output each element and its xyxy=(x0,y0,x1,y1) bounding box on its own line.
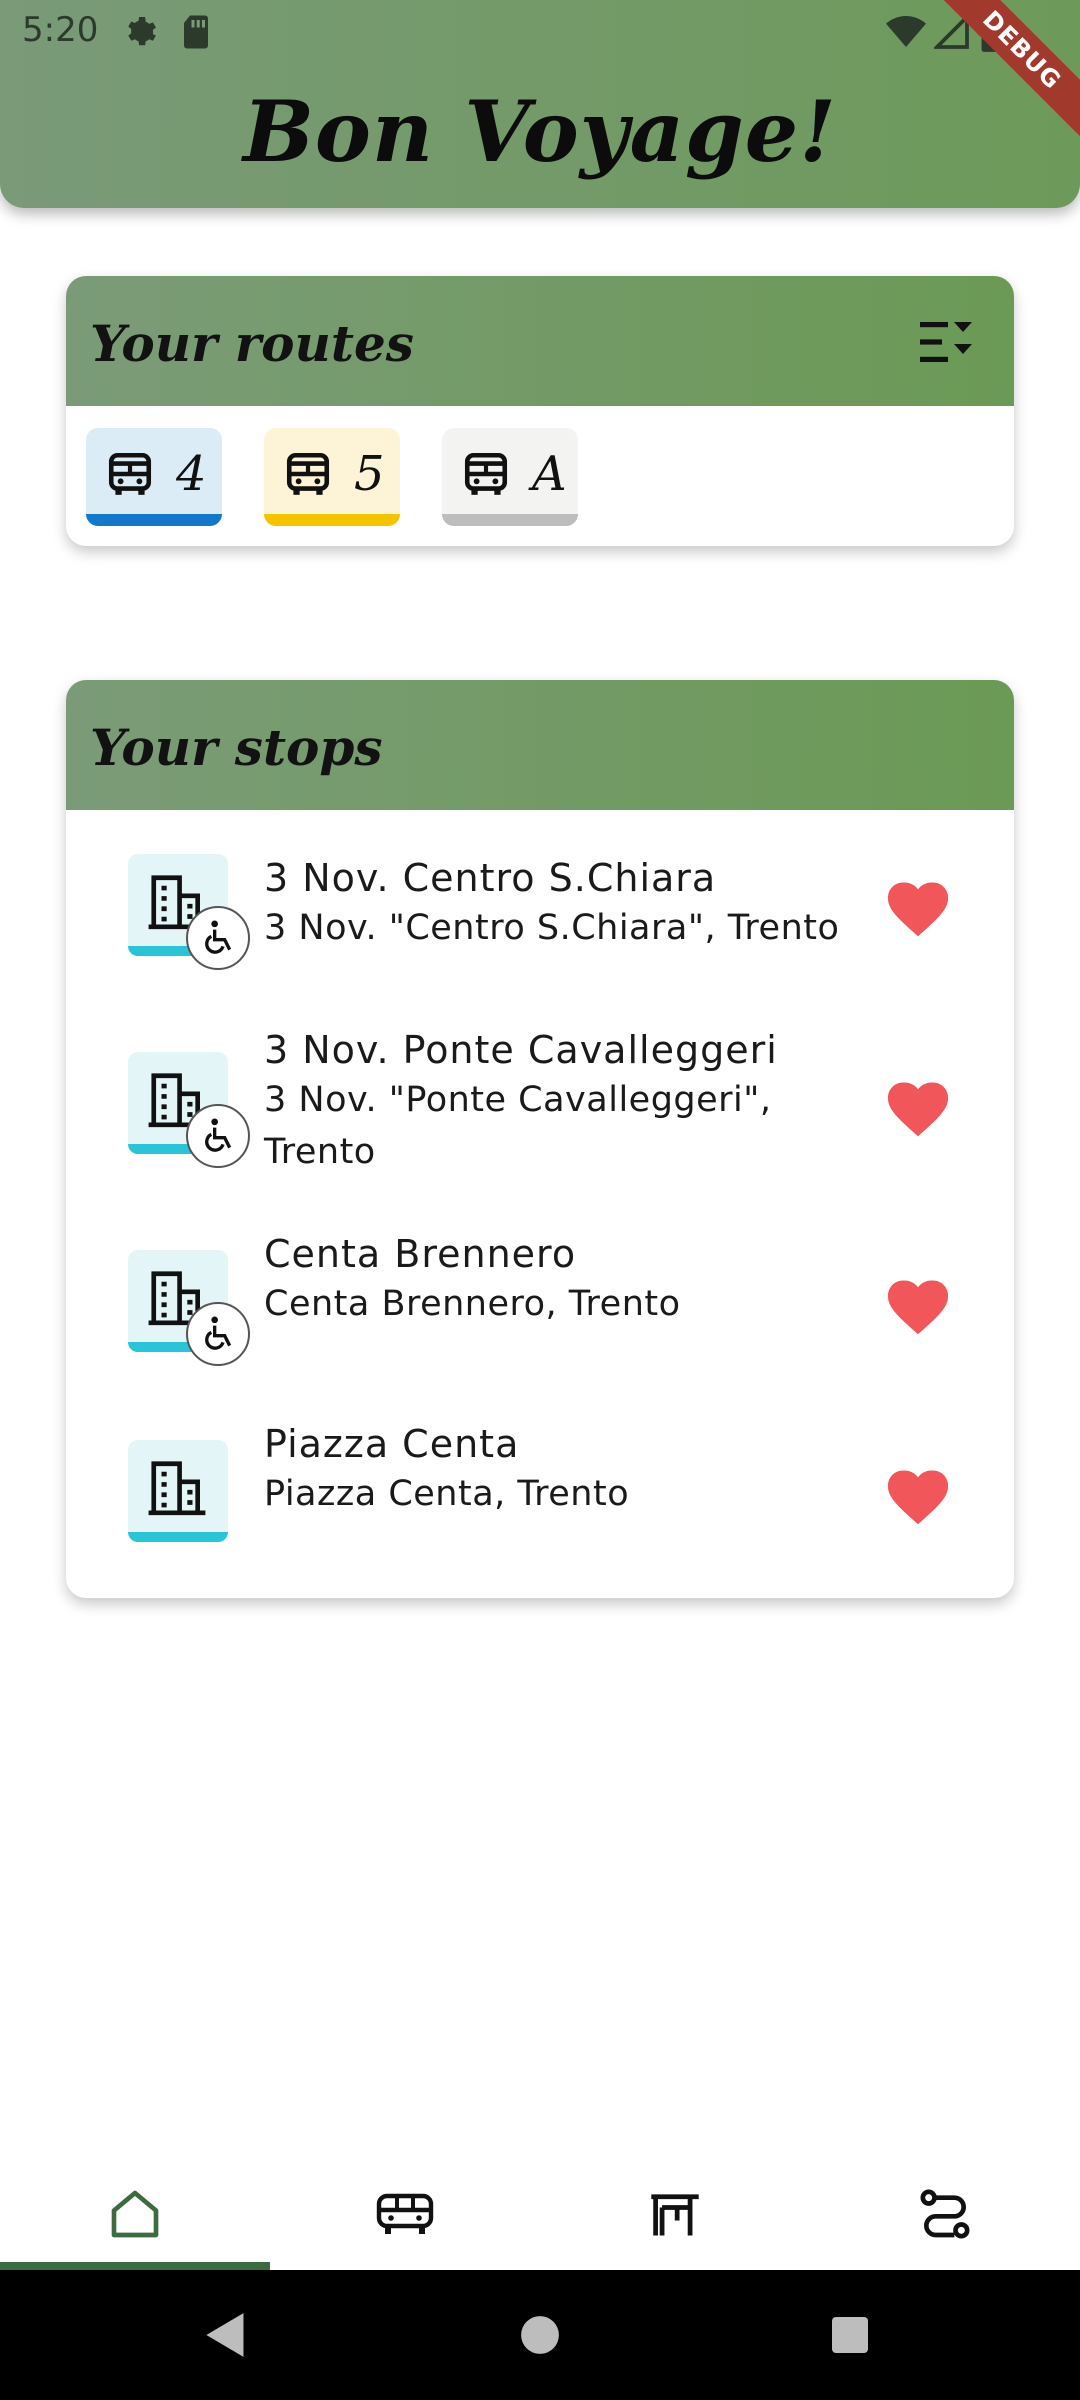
route-color-bar xyxy=(264,514,400,526)
system-home-button[interactable] xyxy=(480,2270,600,2400)
status-bar: 5:20 xyxy=(0,0,1080,64)
app-header: 5:20 Bon Voyage! DEBUG xyxy=(0,0,1080,208)
route-chip-5[interactable]: 5 xyxy=(264,428,400,526)
route-chip-a[interactable]: A xyxy=(442,428,578,526)
accessible-badge xyxy=(186,1302,250,1366)
stops-title: Your stops xyxy=(90,718,383,777)
gear-icon xyxy=(128,17,156,46)
stop-name: 3 Nov. Ponte Cavalleggeri xyxy=(264,1028,778,1072)
home-icon xyxy=(111,2190,159,2238)
stop-icon xyxy=(128,1440,228,1542)
back-icon xyxy=(206,2313,244,2357)
system-back-button[interactable] xyxy=(166,2270,286,2400)
recents-icon xyxy=(832,2317,868,2353)
routes-card: Your routes 4 5 A xyxy=(66,276,1014,546)
bus-icon xyxy=(286,452,330,495)
wifi-icon xyxy=(886,16,926,47)
stop-item[interactable]: 3 Nov. Centro S.Chiara 3 Nov. "Centro S.… xyxy=(66,810,1014,1008)
route-label: 5 xyxy=(354,446,385,502)
home-circle-icon xyxy=(521,2316,559,2354)
route-label: 4 xyxy=(176,446,207,502)
wheelchair-icon xyxy=(205,920,232,954)
stop-item[interactable]: 3 Nov. Ponte Cavalleggeri 3 Nov. "Ponte … xyxy=(66,1008,1014,1206)
stop-address: Centa Brennero, Trento xyxy=(264,1284,681,1324)
nav-home[interactable] xyxy=(0,2158,270,2270)
stops-card-header: Your stops xyxy=(66,680,1014,810)
stop-address: 3 Nov. "Centro S.Chiara", Trento xyxy=(264,908,840,948)
wheelchair-icon xyxy=(205,1316,232,1350)
route-label: A xyxy=(532,446,567,502)
heart-icon[interactable] xyxy=(888,1280,948,1336)
nav-stops[interactable] xyxy=(540,2158,810,2270)
stop-name: Piazza Centa xyxy=(264,1422,520,1466)
bus-icon xyxy=(464,452,508,495)
route-icon xyxy=(920,2189,970,2239)
bus-icon xyxy=(376,2193,434,2234)
system-recents-button[interactable] xyxy=(790,2270,910,2400)
stops-card: Your stops 3 Nov. Centro S.Chiara 3 Nov.… xyxy=(66,680,1014,1598)
routes-card-header: Your routes xyxy=(66,276,1014,406)
stop-name: 3 Nov. Centro S.Chiara xyxy=(264,856,717,900)
stop-icon-bar xyxy=(128,1532,228,1542)
nav-selected-indicator xyxy=(0,2262,270,2270)
routes-title: Your routes xyxy=(90,314,414,373)
stop-item[interactable]: Centa Brennero Centa Brennero, Trento xyxy=(66,1206,1014,1396)
building-icon xyxy=(148,1461,206,1516)
stop-address: 3 Nov. "Ponte Cavalleggeri", Trento xyxy=(264,1080,772,1172)
nav-routes[interactable] xyxy=(270,2158,540,2270)
filter-list-icon[interactable] xyxy=(918,316,974,368)
route-chip-4[interactable]: 4 xyxy=(86,428,222,526)
route-color-bar xyxy=(86,514,222,526)
bus-stop-icon xyxy=(651,2194,699,2236)
heart-icon[interactable] xyxy=(888,882,948,938)
nav-journeys[interactable] xyxy=(810,2158,1080,2270)
sd-card-icon xyxy=(184,15,208,49)
app-title: Bon Voyage! xyxy=(242,82,838,181)
bus-icon xyxy=(108,452,152,495)
status-time: 5:20 xyxy=(22,10,99,50)
heart-icon[interactable] xyxy=(888,1470,948,1526)
route-chips: 4 5 A xyxy=(86,428,578,526)
accessible-badge xyxy=(186,906,250,970)
accessible-badge xyxy=(186,1104,250,1168)
system-navigation-bar xyxy=(0,2270,1080,2400)
stop-address: Piazza Centa, Trento xyxy=(264,1474,630,1514)
stop-name: Centa Brennero xyxy=(264,1232,577,1276)
wheelchair-icon xyxy=(205,1118,232,1152)
bottom-navigation xyxy=(0,2158,1080,2270)
route-color-bar xyxy=(442,514,578,526)
stop-item[interactable]: Piazza Centa Piazza Centa, Trento xyxy=(66,1396,1014,1586)
heart-icon[interactable] xyxy=(888,1082,948,1138)
